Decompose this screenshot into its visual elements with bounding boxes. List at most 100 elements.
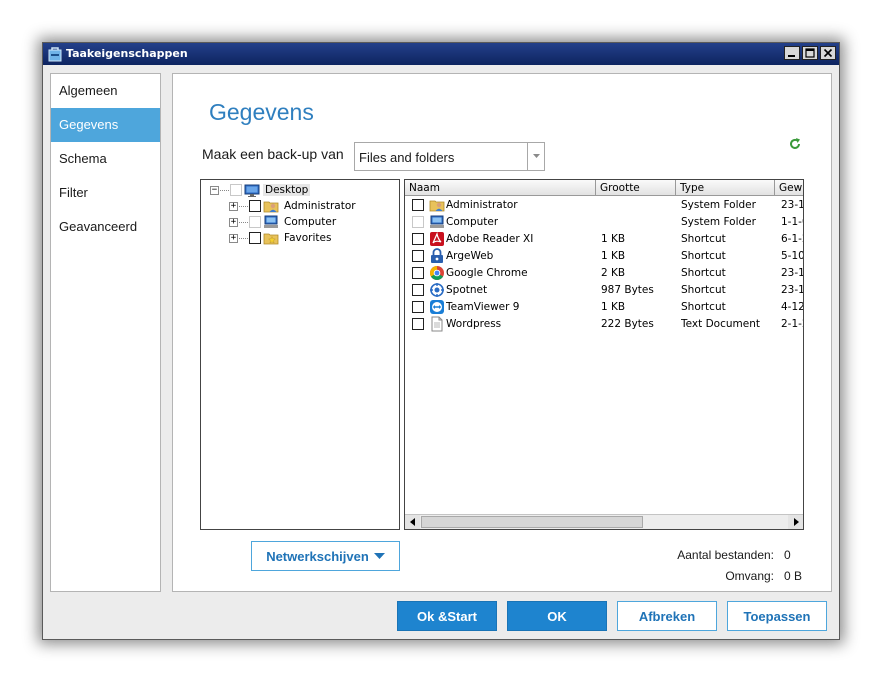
file-list: Naam Grootte Type Gewijzigd Administrato… <box>404 179 804 530</box>
close-button[interactable] <box>820 46 836 60</box>
tree-checkbox[interactable] <box>249 216 261 228</box>
file-checkbox[interactable] <box>412 284 424 296</box>
file-checkbox[interactable] <box>412 199 424 211</box>
tree-node-desktop[interactable]: − Desktop <box>210 182 311 198</box>
backup-app-icon <box>48 47 62 62</box>
file-checkbox[interactable] <box>412 267 424 279</box>
apply-button[interactable]: Toepassen <box>727 601 827 631</box>
collapse-toggle[interactable]: − <box>210 185 219 195</box>
file-checkbox[interactable] <box>412 216 424 228</box>
teamviewer-icon <box>430 300 444 314</box>
nav-item-schema[interactable]: Schema <box>51 142 160 176</box>
nav-item-filter[interactable]: Filter <box>51 176 160 210</box>
file-row[interactable]: TeamViewer 9 1 KB Shortcut 4-12 <box>405 299 804 316</box>
file-type: Shortcut <box>681 250 726 262</box>
minimize-button[interactable] <box>784 46 800 60</box>
backup-source-label: Maak een back-up van <box>202 146 344 162</box>
file-size: 987 Bytes <box>601 284 654 296</box>
window-title: Taakeigenschappen <box>66 47 188 60</box>
column-header-name[interactable]: Naam <box>405 180 596 196</box>
file-row[interactable]: Wordpress 222 Bytes Text Document 2-1-2 <box>405 316 803 333</box>
ok-start-button[interactable]: Ok &Start <box>397 601 497 631</box>
file-modified: 5-10 <box>781 250 804 262</box>
user-folder-icon <box>263 201 279 213</box>
file-name: Wordpress <box>446 318 502 330</box>
chevron-down-icon <box>373 552 385 559</box>
file-type: Shortcut <box>681 233 726 245</box>
horizontal-scrollbar[interactable] <box>405 514 803 529</box>
file-row[interactable]: ArgeWeb 1 KB Shortcut 5-10 <box>405 248 804 265</box>
file-type: Shortcut <box>681 267 726 279</box>
file-row[interactable]: Google Chrome 2 KB Shortcut 23-1 <box>405 265 804 282</box>
scroll-right-button[interactable] <box>788 515 803 529</box>
tree-connector <box>239 237 248 239</box>
tree-node-label: Desktop <box>263 184 311 196</box>
tree-node-administrator[interactable]: + Administrator <box>229 198 358 214</box>
title-bar[interactable]: Taakeigenschappen <box>43 43 839 65</box>
tree-checkbox[interactable] <box>249 200 261 212</box>
file-count-value: 0 <box>784 548 791 562</box>
file-name: ArgeWeb <box>446 250 494 262</box>
expand-toggle[interactable]: + <box>229 201 238 211</box>
tree-node-label: Favorites <box>284 232 332 244</box>
file-name: TeamViewer 9 <box>446 301 520 313</box>
file-row[interactable]: Administrator System Folder 23-1 <box>405 197 804 214</box>
ok-button[interactable]: OK <box>507 601 607 631</box>
file-type: Shortcut <box>681 301 726 313</box>
settings-nav: Algemeen Gegevens Schema Filter Geavance… <box>50 73 161 592</box>
task-properties-window: Taakeigenschappen Algemeen Gegevens Sche… <box>42 42 840 640</box>
tree-checkbox[interactable] <box>249 232 261 244</box>
file-row[interactable]: Spotnet 987 Bytes Shortcut 23-1 <box>405 282 803 299</box>
file-size: 1 KB <box>601 233 626 245</box>
file-size: 2 KB <box>601 267 626 279</box>
column-header-modified[interactable]: Gewijzigd <box>775 180 803 196</box>
file-checkbox[interactable] <box>412 318 424 330</box>
arrow-left-icon <box>409 518 415 526</box>
cancel-button[interactable]: Afbreken <box>617 601 717 631</box>
file-row[interactable]: Computer System Folder 1-1-0 <box>405 214 803 231</box>
file-name: Adobe Reader XI <box>446 233 534 245</box>
tree-connector <box>239 221 248 223</box>
nav-item-algemeen[interactable]: Algemeen <box>51 74 160 108</box>
column-header-size[interactable]: Grootte <box>596 180 676 196</box>
file-checkbox[interactable] <box>412 301 424 313</box>
computer-icon <box>430 215 444 228</box>
computer-icon <box>264 215 278 228</box>
file-size: 1 KB <box>601 301 626 313</box>
nav-item-geavanceerd[interactable]: Geavanceerd <box>51 210 160 244</box>
network-drives-button[interactable]: Netwerkschijven <box>251 541 400 571</box>
file-checkbox[interactable] <box>412 250 424 262</box>
file-modified: 23-1 <box>781 199 804 211</box>
file-size: 1 KB <box>601 250 626 262</box>
backup-source-select[interactable]: Files and folders <box>354 142 545 171</box>
file-count-label: Aantal bestanden: <box>677 548 774 562</box>
expand-toggle[interactable]: + <box>229 217 238 227</box>
file-modified: 23-1 <box>781 267 804 279</box>
chevron-down-icon[interactable] <box>532 153 541 160</box>
tree-checkbox[interactable] <box>230 184 242 196</box>
file-type: Shortcut <box>681 284 726 296</box>
content-panel: Gegevens Maak een back-up van Files and … <box>172 73 832 592</box>
text-document-icon <box>431 316 443 332</box>
nav-item-gegevens[interactable]: Gegevens <box>51 108 160 142</box>
file-name: Administrator <box>446 199 518 211</box>
tree-node-favorites[interactable]: + Favorites <box>229 230 333 246</box>
scroll-left-button[interactable] <box>405 515 420 529</box>
refresh-icon[interactable] <box>788 137 802 151</box>
file-checkbox[interactable] <box>412 233 424 245</box>
size-label: Omvang: <box>725 569 774 583</box>
minimize-icon <box>788 55 795 57</box>
file-modified: 4-12 <box>781 301 804 313</box>
scrollbar-thumb[interactable] <box>421 516 643 528</box>
maximize-button[interactable] <box>802 46 818 60</box>
tree-node-computer[interactable]: + Computer <box>229 214 338 230</box>
file-row[interactable]: Adobe Reader XI 1 KB Shortcut 6-1-2 <box>405 231 803 248</box>
column-header-type[interactable]: Type <box>676 180 775 196</box>
file-type: System Folder <box>681 216 756 228</box>
file-name: Computer <box>446 216 499 228</box>
expand-toggle[interactable]: + <box>229 233 238 243</box>
favorites-folder-icon <box>263 233 279 245</box>
maximize-icon <box>805 48 815 58</box>
backup-source-value: Files and folders <box>359 150 455 165</box>
page-title: Gegevens <box>209 99 314 125</box>
